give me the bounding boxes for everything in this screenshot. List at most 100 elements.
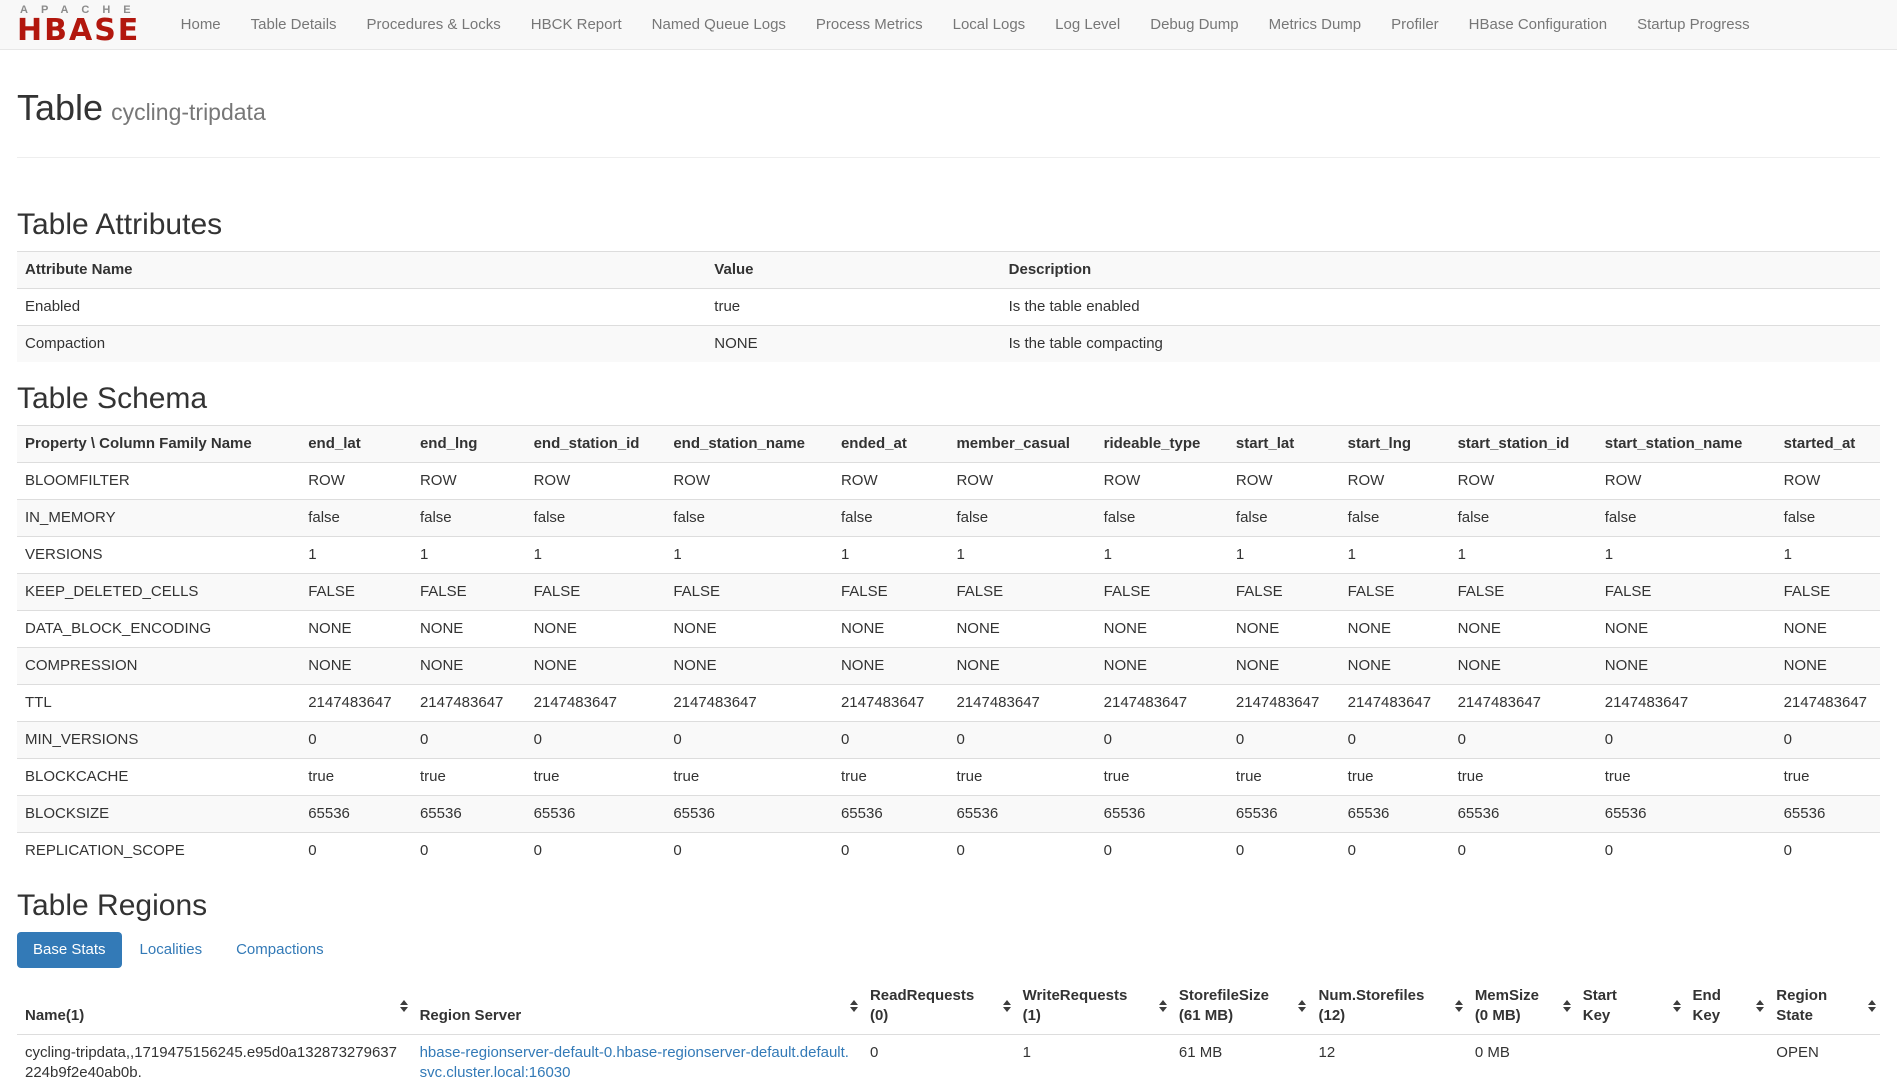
sort-icon[interactable] — [1003, 1000, 1011, 1012]
table-cell: true — [1340, 759, 1450, 796]
sortable-column-header[interactable]: Start Key — [1575, 978, 1685, 1035]
sort-icon[interactable] — [1298, 1000, 1306, 1012]
main-nav: HomeTable DetailsProcedures & LocksHBCK … — [166, 0, 1765, 49]
header-row: Property \ Column Family Nameend_latend_… — [17, 426, 1880, 463]
table-cell: 2147483647 — [412, 685, 526, 722]
table-cell: 0 — [1228, 722, 1340, 759]
table-cell: true — [1776, 759, 1880, 796]
sortable-column-header[interactable]: WriteRequests (1) — [1015, 978, 1171, 1035]
table-cell: NONE — [1597, 648, 1776, 685]
nav-link-home[interactable]: Home — [166, 0, 236, 50]
nav-link-hbck-report[interactable]: HBCK Report — [516, 0, 637, 50]
sort-icon[interactable] — [1868, 1000, 1876, 1012]
sortable-column-header[interactable]: Region State — [1768, 978, 1880, 1035]
table-cell: FALSE — [1228, 574, 1340, 611]
table-cell: 0 — [862, 1035, 1015, 1091]
table-cell: true — [948, 759, 1095, 796]
table-cell: NONE — [665, 611, 833, 648]
table-cell — [1685, 1035, 1769, 1091]
sort-icon[interactable] — [1756, 1000, 1764, 1012]
nav-link-log-level[interactable]: Log Level — [1040, 0, 1135, 50]
table-cell: REPLICATION_SCOPE — [17, 833, 300, 870]
table-cell: FALSE — [665, 574, 833, 611]
table-cell: 0 — [833, 833, 949, 870]
table-cell: 2147483647 — [526, 685, 666, 722]
nav-link-hbase-configuration[interactable]: HBase Configuration — [1454, 0, 1622, 50]
nav-link-profiler[interactable]: Profiler — [1376, 0, 1454, 50]
sortable-column-header[interactable]: Region Server — [412, 978, 862, 1035]
nav-link-named-queue-logs[interactable]: Named Queue Logs — [637, 0, 801, 50]
sortable-column-header[interactable]: ReadRequests (0) — [862, 978, 1015, 1035]
nav-link-local-logs[interactable]: Local Logs — [938, 0, 1041, 50]
table-row: MIN_VERSIONS000000000000 — [17, 722, 1880, 759]
table-cell: 65536 — [1096, 796, 1228, 833]
sort-icon[interactable] — [1673, 1000, 1681, 1012]
region-server-link[interactable]: hbase-regionserver-default-0.hbase-regio… — [420, 1044, 849, 1081]
table-cell: FALSE — [1096, 574, 1228, 611]
header-row: Attribute NameValueDescription — [17, 252, 1880, 289]
table-cell: false — [1597, 500, 1776, 537]
sortable-column-header[interactable]: Num.Storefiles (12) — [1310, 978, 1466, 1035]
table-cell: 1 — [1228, 537, 1340, 574]
table-cell: 0 — [948, 722, 1095, 759]
sort-icon[interactable] — [850, 1000, 858, 1012]
page-title-text: Table — [17, 87, 103, 128]
table-cell: FALSE — [1776, 574, 1880, 611]
column-label: Region Server — [420, 1006, 522, 1026]
table-cell: 2147483647 — [665, 685, 833, 722]
table-cell: false — [412, 500, 526, 537]
nav-link-procedures-locks[interactable]: Procedures & Locks — [352, 0, 516, 50]
column-header: Attribute Name — [17, 252, 706, 289]
table-cell: Compaction — [17, 326, 706, 363]
page-title: Tablecycling-tripdata — [17, 88, 1880, 132]
table-cell: FALSE — [300, 574, 412, 611]
table-cell: 0 MB — [1467, 1035, 1575, 1091]
hbase-logo[interactable]: APACHE HBASE — [17, 0, 144, 49]
page-header: Tablecycling-tripdata — [17, 88, 1880, 158]
sort-icon[interactable] — [1563, 1000, 1571, 1012]
table-row: BLOCKCACHEtruetruetruetruetruetruetruetr… — [17, 759, 1880, 796]
table-cell: 0 — [948, 833, 1095, 870]
regions-tab-link[interactable]: Compactions — [220, 932, 340, 968]
table-attributes-section: Table Attributes Attribute NameValueDesc… — [17, 208, 1880, 362]
nav-link-debug-dump[interactable]: Debug Dump — [1135, 0, 1253, 50]
sort-icon[interactable] — [1455, 1000, 1463, 1012]
sort-icon[interactable] — [400, 1000, 408, 1012]
nav-link-metrics-dump[interactable]: Metrics Dump — [1254, 0, 1377, 50]
table-cell: 65536 — [1228, 796, 1340, 833]
table-cell: NONE — [948, 648, 1095, 685]
table-regions-table: Name(1) Region Server ReadRequests (0)Writ… — [17, 978, 1880, 1091]
table-cell: 1 — [526, 537, 666, 574]
regions-tab-link[interactable]: Base Stats — [17, 932, 122, 968]
nav-item: HBCK Report — [516, 0, 637, 49]
nav-link-process-metrics[interactable]: Process Metrics — [801, 0, 938, 50]
nav-link-table-details[interactable]: Table Details — [236, 0, 352, 50]
table-cell: true — [833, 759, 949, 796]
table-cell: hbase-regionserver-default-0.hbase-regio… — [412, 1035, 862, 1091]
table-cell: 0 — [1776, 722, 1880, 759]
table-cell: Is the table compacting — [1001, 326, 1880, 363]
table-cell: 0 — [526, 722, 666, 759]
table-cell: false — [665, 500, 833, 537]
table-cell: 2147483647 — [1776, 685, 1880, 722]
sortable-column-header[interactable]: MemSize (0 MB) — [1467, 978, 1575, 1035]
table-cell: 65536 — [1776, 796, 1880, 833]
sortable-column-header[interactable]: End Key — [1685, 978, 1769, 1035]
table-cell: 65536 — [833, 796, 949, 833]
sort-icon[interactable] — [1159, 1000, 1167, 1012]
table-cell: FALSE — [526, 574, 666, 611]
nav-item: Home — [166, 0, 236, 49]
table-cell: Is the table enabled — [1001, 289, 1880, 326]
sortable-column-header[interactable]: StorefileSize (61 MB) — [1171, 978, 1311, 1035]
nav-item: Named Queue Logs — [637, 0, 801, 49]
table-cell: ROW — [1228, 463, 1340, 500]
table-cell: 1 — [300, 537, 412, 574]
column-header: end_station_name — [665, 426, 833, 463]
nav-item: Profiler — [1376, 0, 1454, 49]
table-cell: FALSE — [948, 574, 1095, 611]
header-row: Name(1) Region Server ReadRequests (0)Writ… — [17, 978, 1880, 1035]
table-cell: NONE — [1096, 611, 1228, 648]
sortable-column-header[interactable]: Name(1) — [17, 978, 412, 1035]
regions-tab-link[interactable]: Localities — [124, 932, 219, 968]
nav-link-startup-progress[interactable]: Startup Progress — [1622, 0, 1765, 50]
